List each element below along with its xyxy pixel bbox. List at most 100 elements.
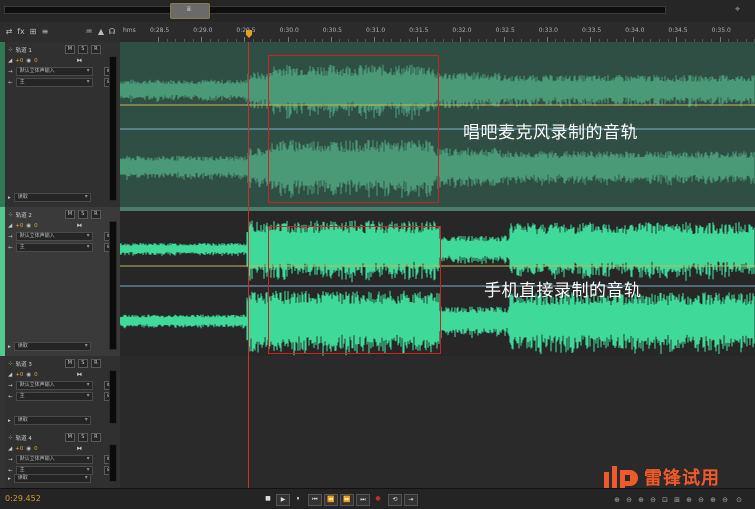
track3-lane[interactable] [120, 356, 755, 431]
swap-icon[interactable]: ⇄ [4, 27, 14, 37]
fast-forward-button[interactable]: ⏩ [340, 494, 354, 506]
track-name[interactable]: 轨道 1 [16, 46, 32, 54]
automation-mode-select[interactable]: 读取 [13, 342, 91, 351]
go-end-button[interactable]: ⏭ [356, 494, 370, 506]
record-arm-button[interactable]: R [90, 210, 101, 219]
eq-icon[interactable]: ♒ [84, 27, 94, 37]
automation-expand-icon[interactable]: ▸ [8, 195, 11, 201]
ruler-label: 0:28.5 [150, 27, 170, 34]
ruler-label: 0:32.5 [495, 27, 515, 34]
level-meter [109, 444, 117, 482]
solo-button[interactable]: S [77, 433, 88, 442]
pan-value[interactable]: 0 [34, 223, 38, 229]
zoom-navigator-icon[interactable]: ⌖ [735, 5, 747, 17]
input-icon: → [8, 382, 13, 389]
metronome-icon[interactable]: ▲ [96, 27, 106, 37]
ruler-label: 0:30.5 [322, 27, 342, 34]
stereo-icon[interactable]: ⧓ [77, 58, 83, 64]
stereo-icon[interactable]: ⧓ [77, 372, 83, 378]
record-arm-button[interactable]: R [90, 433, 101, 442]
pan-knob-icon[interactable]: ◉ [26, 446, 31, 452]
sends-icon[interactable]: ≡ [40, 27, 50, 37]
ruler-unit: hms [123, 27, 136, 34]
rewind-button[interactable]: ⏪ [324, 494, 338, 506]
play-button[interactable]: ▶ [276, 494, 290, 506]
track-color-strip [0, 430, 5, 488]
pause-button[interactable]: ⏸ [292, 494, 304, 504]
pan-value[interactable]: 0 [34, 372, 38, 378]
input-select[interactable]: 默认立体声输入 [15, 381, 93, 390]
input-select[interactable]: 默认立体声输入 [15, 67, 93, 76]
ruler-label: 0:34.0 [625, 27, 645, 34]
ruler-label: 0:32.0 [452, 27, 472, 34]
stereo-icon[interactable]: ⧓ [77, 223, 83, 229]
zoom-out-amplitude-icon[interactable]: ⊖ [624, 495, 634, 505]
automation-mode-select[interactable]: 读取 [13, 193, 91, 202]
volume-value[interactable]: +0 [15, 58, 23, 64]
tracks-icon[interactable]: ⊞ [28, 27, 38, 37]
current-time: 0:29.452 [5, 494, 41, 503]
track-header-2[interactable]: ⊹ 轨道 2 M S R ◢ +0 ◉ 0 ⧓ → 默认立体声输入 ⊚ ← 主 [0, 207, 120, 357]
track-header-3[interactable]: ⊹ 轨道 3 M S R ◢ +0 ◉ 0 ⧓ → 默认立体声输入 ⊚ ← 主 [0, 356, 120, 431]
record-button[interactable]: ● [372, 494, 384, 504]
zoom-tracks-out-icon[interactable]: ⊖ [720, 495, 730, 505]
zoom-in-amplitude-icon[interactable]: ⊕ [612, 495, 622, 505]
mute-button[interactable]: M [64, 210, 75, 219]
zoom-out-time-icon[interactable]: ⊖ [648, 495, 658, 505]
zoom-reset-icon[interactable]: ⊙ [734, 495, 744, 505]
go-start-button[interactable]: ⏮ [308, 494, 322, 506]
output-icon: ← [8, 467, 13, 474]
automation-expand-icon[interactable]: ▸ [8, 344, 11, 350]
record-arm-button[interactable]: R [90, 359, 101, 368]
pan-knob-icon[interactable]: ◉ [26, 372, 31, 378]
track-header-4[interactable]: ⊹ 轨道 4 M S R ◢ +0 ◉ 0 ⧓ → 默认立体声输入 ⊚ ← 主 [0, 430, 120, 489]
volume-value[interactable]: +0 [15, 372, 23, 378]
ruler-label: 0:31.5 [409, 27, 429, 34]
automation-expand-icon[interactable]: ▸ [8, 418, 11, 424]
stop-button[interactable]: ■ [262, 494, 274, 504]
overview-scroll-thumb[interactable]: ⅲ [170, 3, 210, 19]
volume-value[interactable]: +0 [15, 223, 23, 229]
automation-mode-select[interactable]: 读取 [13, 474, 91, 483]
pan-value[interactable]: 0 [34, 58, 38, 64]
mute-button[interactable]: M [64, 359, 75, 368]
zoom-in-point-icon[interactable]: ⊕ [684, 495, 694, 505]
zoom-tracks-in-icon[interactable]: ⊕ [708, 495, 718, 505]
input-icon: → [8, 233, 13, 240]
input-select[interactable]: 默认立体声输入 [15, 232, 93, 241]
automation-expand-icon[interactable]: ▸ [8, 476, 11, 482]
headphones-icon[interactable]: ☊ [107, 27, 117, 37]
selection-box-track1 [268, 55, 439, 203]
stereo-icon[interactable]: ⧓ [77, 446, 83, 452]
zoom-in-time-icon[interactable]: ⊕ [636, 495, 646, 505]
track-name[interactable]: 轨道 3 [16, 360, 32, 368]
record-arm-button[interactable]: R [90, 45, 101, 54]
overview-scroll-track[interactable] [4, 6, 666, 14]
output-select[interactable]: 主 [15, 243, 93, 252]
zoom-full-icon[interactable]: ⊡ [660, 495, 670, 505]
waveform-icon: ⊹ [8, 46, 13, 53]
volume-value[interactable]: +0 [15, 446, 23, 452]
solo-button[interactable]: S [77, 45, 88, 54]
time-ruler[interactable]: hms 0:28.5 0:29.0 0:29.5 0:30.0 0:30.5 0:31.0… [120, 22, 755, 43]
pan-knob-icon[interactable]: ◉ [26, 223, 31, 229]
mute-button[interactable]: M [64, 433, 75, 442]
output-select[interactable]: 主 [15, 78, 93, 87]
fx-icon[interactable]: fx [16, 27, 26, 37]
solo-button[interactable]: S [77, 210, 88, 219]
zoom-selection-icon[interactable]: ⊞ [672, 495, 682, 505]
selection-box-track2 [268, 226, 441, 354]
track-header-1[interactable]: ⊹ 轨道 1 M S R ◢ +0 ◉ 0 ⧓ → 默认立体声输入 ⊚ ← 主 [0, 42, 120, 208]
track-name[interactable]: 轨道 4 [16, 434, 32, 442]
skip-button[interactable]: ⇥ [404, 494, 418, 506]
output-select[interactable]: 主 [15, 392, 93, 401]
zoom-out-point-icon[interactable]: ⊖ [696, 495, 706, 505]
solo-button[interactable]: S [77, 359, 88, 368]
automation-mode-select[interactable]: 读取 [13, 416, 91, 425]
track-name[interactable]: 轨道 2 [16, 211, 32, 219]
pan-value[interactable]: 0 [34, 446, 38, 452]
mute-button[interactable]: M [64, 45, 75, 54]
input-select[interactable]: 默认立体声输入 [15, 455, 93, 464]
loop-button[interactable]: ⟲ [388, 494, 402, 506]
pan-knob-icon[interactable]: ◉ [26, 58, 31, 64]
